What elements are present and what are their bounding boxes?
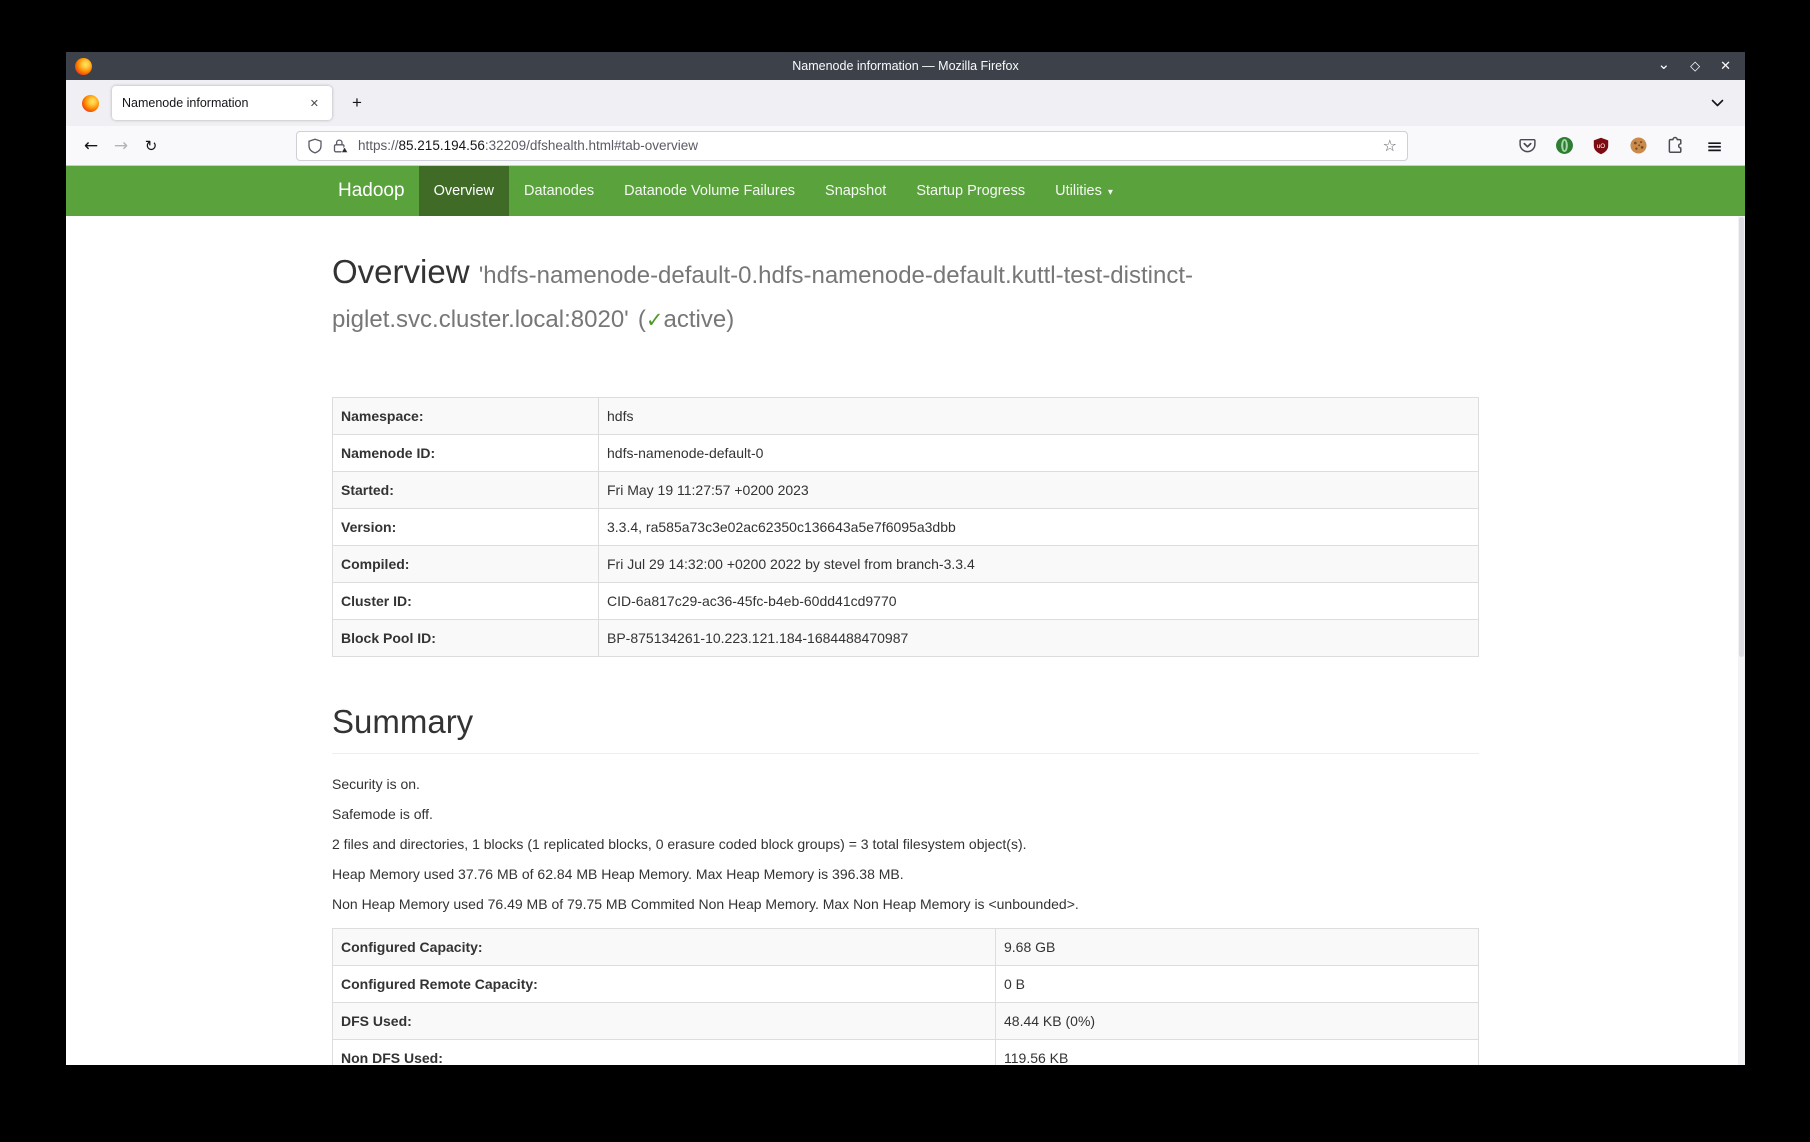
window-minimize-button[interactable]: ⌄ [1658,57,1671,72]
table-row: Version: 3.3.4, ra585a73c3e02ac62350c136… [333,509,1479,546]
tab-close-button[interactable]: ✕ [307,95,322,112]
state-paren-close: ) [726,306,734,333]
row-label: DFS Used: [333,1003,996,1040]
utilities-label: Utilities [1055,183,1102,199]
ublock-origin-icon[interactable]: uO [1591,136,1611,156]
reload-button[interactable]: ↻ [136,131,166,161]
row-value: 0 B [996,966,1479,1003]
row-label: Namespace: [333,398,599,435]
nav-tab-snapshot[interactable]: Snapshot [810,166,901,216]
namenode-state: (✓active) [638,306,734,333]
overview-heading: Overview 'hdfs-namenode-default-0.hdfs-n… [332,250,1479,337]
table-row: Namenode ID: hdfs-namenode-default-0 [333,435,1479,472]
row-label: Block Pool ID: [333,620,599,657]
new-tab-button[interactable]: + [342,88,372,118]
summary-heading: Summary [332,701,1479,754]
tab-bar: Namenode information ✕ + [66,80,1745,126]
list-all-tabs-button[interactable] [1703,89,1731,117]
namenode-info-table: Namespace: hdfs Namenode ID: hdfs-nameno… [332,397,1479,657]
scrollbar-thumb[interactable] [1739,217,1744,657]
hadoop-navbar: Hadoop Overview Datanodes Datanode Volum… [66,166,1745,216]
row-label: Cluster ID: [333,583,599,620]
back-button[interactable]: ← [76,131,106,161]
table-row: Started: Fri May 19 11:27:57 +0200 2023 [333,472,1479,509]
state-paren-open: ( [638,306,646,333]
chevron-down-icon [1711,99,1724,107]
table-row: Configured Capacity: 9.68 GB [333,929,1479,966]
tracking-protection-shield-icon[interactable] [307,138,323,154]
toolbar-extensions-area: uO ≡ [1517,136,1735,156]
window-close-button[interactable]: ✕ [1720,60,1731,73]
row-value: 119.56 KB [996,1040,1479,1065]
page-content: Overview 'hdfs-namenode-default-0.hdfs-n… [66,216,1745,1065]
nav-tab-utilities[interactable]: Utilities ▾ [1040,166,1128,216]
url-bar[interactable]: https://85.215.194.56:32209/dfshealth.ht… [296,131,1408,161]
table-row: Non DFS Used: 119.56 KB [333,1040,1479,1065]
row-label: Version: [333,509,599,546]
summary-lines: Security is on. Safemode is off. 2 files… [332,774,1479,914]
bookmark-star-icon[interactable]: ☆ [1383,136,1397,155]
row-value: hdfs [599,398,1479,435]
row-value: Fri Jul 29 14:32:00 +0200 2022 by stevel… [599,546,1479,583]
tab-namenode-information[interactable]: Namenode information ✕ [112,86,332,120]
row-value: 3.3.4, ra585a73c3e02ac62350c136643a5e7f6… [599,509,1479,546]
url-path: :32209/dfshealth.html#tab-overview [485,138,698,153]
cookie-extension-icon[interactable] [1628,136,1648,156]
tab-title: Namenode information [122,96,307,110]
privacy-extension-icon[interactable] [1554,136,1574,156]
url-scheme: https:// [358,138,399,153]
nav-tab-startup-progress[interactable]: Startup Progress [901,166,1040,216]
row-value: CID-6a817c29-ac36-45fc-b4eb-60dd41cd9770 [599,583,1479,620]
table-row: Configured Remote Capacity: 0 B [333,966,1479,1003]
row-value: Fri May 19 11:27:57 +0200 2023 [599,472,1479,509]
firefox-view-button[interactable] [74,87,106,119]
table-row: Block Pool ID: BP-875134261-10.223.121.1… [333,620,1479,657]
row-label: Started: [333,472,599,509]
caret-down-icon: ▾ [1108,187,1113,198]
row-value: BP-875134261-10.223.121.184-168448847098… [599,620,1479,657]
table-row: Cluster ID: CID-6a817c29-ac36-45fc-b4eb-… [333,583,1479,620]
url-host: 85.215.194.56 [399,138,485,153]
hadoop-brand[interactable]: Hadoop [332,166,419,216]
url-text: https://85.215.194.56:32209/dfshealth.ht… [358,138,1374,153]
row-label: Configured Remote Capacity: [333,966,996,1003]
table-row: Namespace: hdfs [333,398,1479,435]
summary-safemode: Safemode is off. [332,804,1479,824]
nav-tab-overview[interactable]: Overview [419,166,509,216]
forward-button: → [106,131,136,161]
state-label: active [664,306,727,333]
table-row: DFS Used: 48.44 KB (0%) [333,1003,1479,1040]
row-label: Compiled: [333,546,599,583]
navigation-toolbar: ← → ↻ https://85.215.194.56:32209/dfshea… [66,126,1745,166]
row-value: hdfs-namenode-default-0 [599,435,1479,472]
extensions-puzzle-icon[interactable] [1665,136,1685,156]
row-label: Non DFS Used: [333,1040,996,1065]
overview-title: Overview [332,253,470,290]
active-check-icon: ✓ [646,308,664,332]
table-row: Compiled: Fri Jul 29 14:32:00 +0200 2022… [333,546,1479,583]
nav-tab-datanode-volume-failures[interactable]: Datanode Volume Failures [609,166,810,216]
summary-non-heap-memory: Non Heap Memory used 76.49 MB of 79.75 M… [332,894,1479,914]
window-controls: ⌄ ◇ ✕ [1658,59,1745,74]
page-scrollbar[interactable] [1738,216,1745,1065]
capacity-table: Configured Capacity: 9.68 GB Configured … [332,928,1479,1065]
firefox-view-icon [82,95,99,112]
row-label: Namenode ID: [333,435,599,472]
hamburger-menu-icon[interactable]: ≡ [1702,136,1727,156]
window-maximize-button[interactable]: ◇ [1690,60,1700,73]
window-titlebar: Namenode information — Mozilla Firefox ⌄… [66,52,1745,80]
row-value: 48.44 KB (0%) [996,1003,1479,1040]
row-label: Configured Capacity: [333,929,996,966]
summary-security: Security is on. [332,774,1479,794]
window-title: Namenode information — Mozilla Firefox [66,59,1745,73]
summary-heap-memory: Heap Memory used 37.76 MB of 62.84 MB He… [332,864,1479,884]
row-value: 9.68 GB [996,929,1479,966]
pocket-icon[interactable] [1517,136,1537,156]
nav-tab-datanodes[interactable]: Datanodes [509,166,609,216]
browser-window: Namenode information — Mozilla Firefox ⌄… [66,52,1745,1065]
lock-warning-icon[interactable] [332,138,349,154]
svg-text:uO: uO [1597,143,1605,150]
summary-filesystem-objects: 2 files and directories, 1 blocks (1 rep… [332,834,1479,854]
